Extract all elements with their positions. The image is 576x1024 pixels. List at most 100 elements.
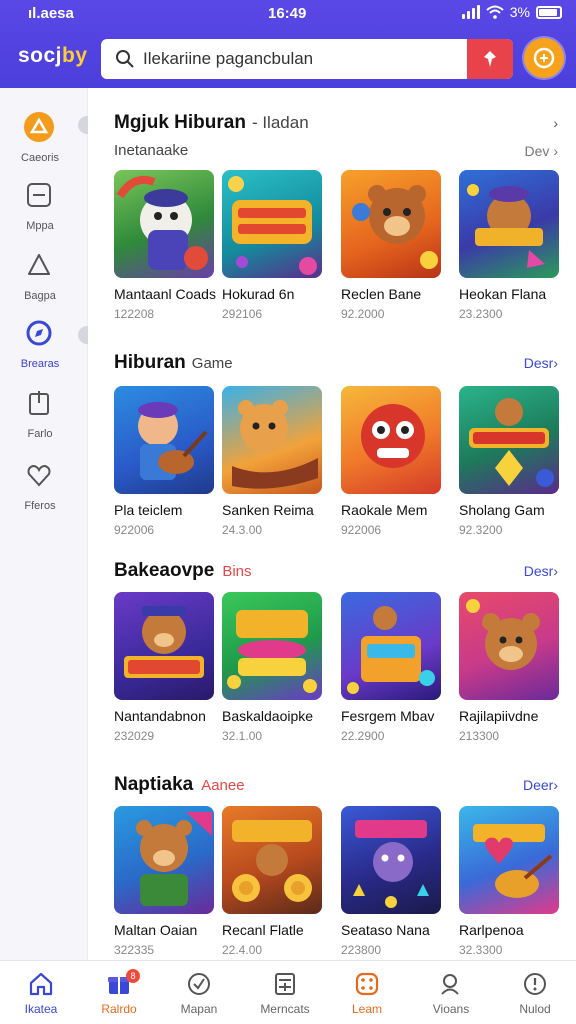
search-action-button[interactable] (467, 39, 513, 79)
game-title: Rajilapiivdne (459, 708, 539, 724)
game-thumbnail (222, 806, 322, 914)
game-thumbnail (114, 386, 214, 494)
bottom-nav: Ikatea 8 Ralrdo Mapan Merncats Leam Vioa… (0, 960, 576, 1024)
play-count: 292106 (222, 307, 263, 321)
section-title: Mgjuk Hiburan - Iladan (114, 112, 309, 133)
battery-icon (536, 5, 562, 19)
location-pin-icon (484, 51, 496, 67)
game-title: Reclen Bane (341, 286, 422, 302)
sidebar-item-fferos[interactable]: Fferos (0, 460, 80, 520)
game-title: Baskaldaoipke (222, 708, 314, 724)
status-bar: ıl.aesa 16:49 3% (0, 0, 576, 28)
game-title: Mantaanl Coads (114, 286, 216, 302)
game-title: Rarlpenoa (459, 922, 524, 938)
game-thumbnail (114, 806, 214, 914)
game-thumbnail (459, 386, 559, 494)
game-title: Seataso Nana (341, 922, 430, 938)
signal-icon (461, 5, 480, 19)
section-title: Naptiaka Aanee (114, 774, 245, 795)
home-icon (29, 972, 53, 996)
play-count: 232029 (114, 729, 155, 743)
nav-label: Nulod (519, 1002, 551, 1016)
sidebar-item-label: Bagpa (24, 290, 56, 302)
game-thumbnail (459, 170, 559, 278)
coin-icon (533, 47, 555, 69)
sidebar-item-label: Brearas (20, 358, 60, 370)
sidebar-item-bagpa[interactable]: Bagpa (0, 250, 80, 310)
nav-item-mapan[interactable]: Mapan (158, 961, 240, 1024)
dice-icon (355, 972, 379, 996)
minus-box-icon (27, 183, 51, 207)
section-subtitle: Inetanaake (114, 142, 189, 159)
triangle-icon (24, 112, 54, 142)
play-count: 92.2000 (341, 307, 385, 321)
clipboard-icon (29, 391, 49, 415)
status-time: 16:49 (268, 5, 307, 22)
nav-item-ikatea[interactable]: Ikatea (0, 961, 82, 1024)
game-title: Sholang Gam (459, 502, 545, 518)
see-more-link[interactable]: Desr› (524, 355, 558, 371)
nav-label: Merncats (260, 1002, 310, 1016)
nav-label: Mapan (180, 1002, 218, 1016)
nav-item-vioans[interactable]: Vioans (410, 961, 492, 1024)
user-search-icon (441, 974, 459, 995)
play-count: 23.2300 (459, 307, 503, 321)
sidebar-item-label: Mppa (26, 220, 54, 232)
play-count: 24.3.00 (222, 523, 263, 537)
compass-icon (26, 320, 52, 346)
play-count: 922006 (341, 523, 382, 537)
sidebar-item-label: Fferos (24, 500, 56, 512)
see-more-link[interactable]: Deer› (523, 777, 558, 793)
game-thumbnail (341, 170, 441, 278)
section-title: Hiburan Game (114, 352, 233, 373)
game-thumbnail (222, 386, 322, 494)
game-thumbnail (222, 170, 322, 278)
battery-text: 3% (509, 4, 530, 20)
see-more-link[interactable]: › (553, 115, 558, 131)
card-row: Maltan Oaian 322335 Recanl Flatle 22.4.0… (114, 806, 576, 960)
wifi-icon (486, 5, 504, 19)
game-title: Maltan Oaian (114, 922, 198, 938)
game-title: Heokan Flana (459, 286, 547, 302)
play-count: 122208 (114, 307, 155, 321)
play-count: 922006 (114, 523, 155, 537)
main-content: Mgjuk Hiburan - Iladan › Inetanaake Dev ›… (88, 88, 576, 960)
notification-badge: 8 (126, 969, 140, 983)
game-thumbnail (341, 592, 441, 700)
section-title: Bakeaovpe Bins (114, 560, 252, 581)
profile-button[interactable] (524, 38, 564, 78)
nav-label: Vioans (432, 1002, 470, 1016)
nav-item-ralrdo[interactable]: 8 Ralrdo (78, 961, 160, 1024)
card-row: Pla teiclem 922006 Sanken Reima 24.3.00 … (114, 386, 576, 566)
game-title: Hokurad 6n (222, 286, 295, 302)
nav-label: Ralrdo (101, 1002, 137, 1016)
search-bar[interactable]: Ilekariine pagancbulan (101, 39, 513, 79)
play-count: 223800 (341, 943, 382, 957)
nav-item-merncats[interactable]: Merncats (244, 961, 326, 1024)
status-icons: 3% (461, 4, 562, 20)
app-logo[interactable]: socjby (18, 44, 88, 68)
sidebar-item-caeoris[interactable]: Caeoris (0, 112, 80, 172)
sidebar-item-label: Farlo (27, 428, 53, 440)
app-root: ıl.aesa 16:49 3% socjby Ilekariine pagan… (0, 0, 576, 1024)
search-input[interactable]: Ilekariine pagancbulan (143, 49, 313, 69)
see-more-link[interactable]: Desr› (524, 563, 558, 579)
game-thumbnail (341, 386, 441, 494)
nav-item-nulod[interactable]: Nulod (494, 961, 576, 1024)
sidebar-item-farlo[interactable]: Farlo (0, 388, 80, 448)
game-title: Fesrgem Mbav (341, 708, 435, 724)
game-thumbnail (222, 592, 322, 700)
sidebar-item-mppa[interactable]: Mppa (0, 180, 80, 240)
nav-item-leam[interactable]: Leam (326, 961, 408, 1024)
check-circle-icon (188, 973, 210, 995)
play-count: 32.1.00 (222, 729, 263, 743)
game-thumbnail (341, 806, 441, 914)
see-more-link[interactable]: Dev › (525, 143, 558, 159)
calculator-icon (275, 973, 295, 995)
sidebar: Caeoris Mppa Bagpa Brearas Farlo Fferos (0, 88, 88, 960)
search-icon (116, 50, 134, 68)
sidebar-item-brearas[interactable]: Brearas (0, 318, 80, 378)
game-thumbnail (459, 806, 559, 914)
game-title: Nantandabnon (114, 708, 206, 724)
game-thumbnail (114, 170, 214, 278)
